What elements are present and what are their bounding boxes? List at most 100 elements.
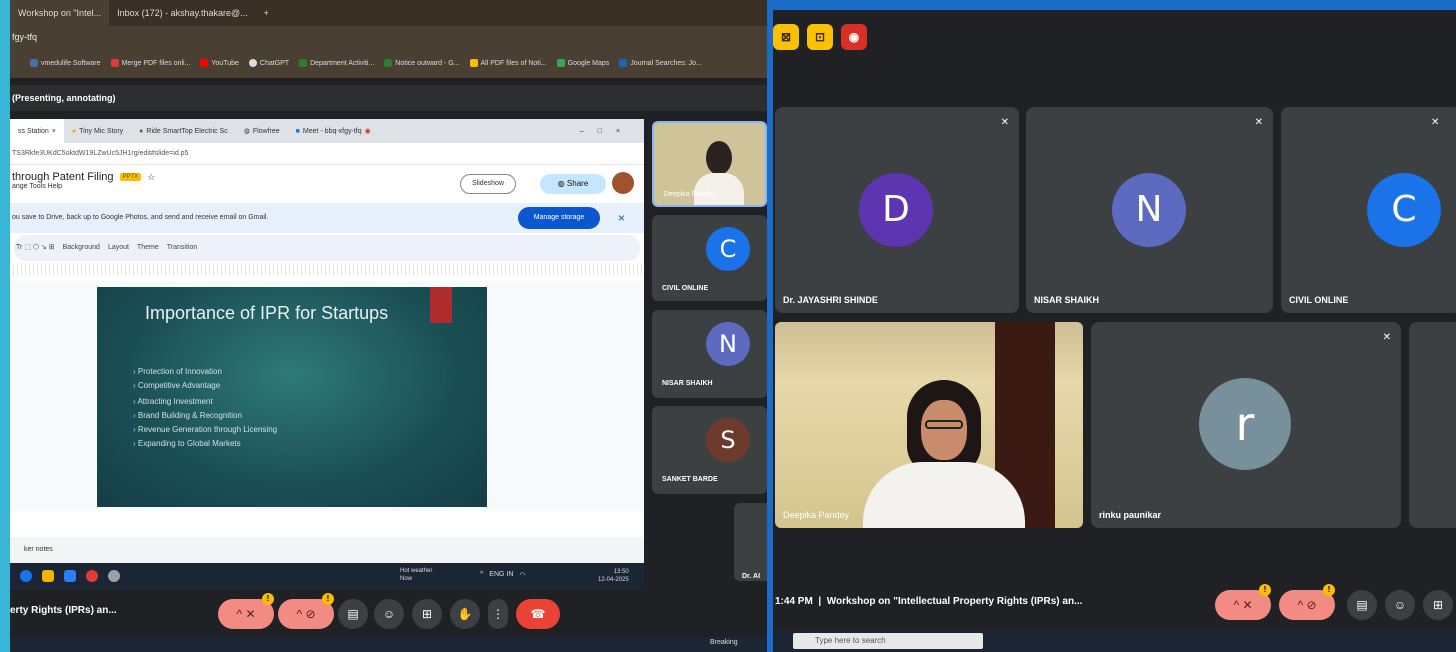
manage-storage-button[interactable]: Manage storage: [518, 207, 600, 229]
bookmark[interactable]: Journal Searches: Jo...: [619, 59, 702, 67]
dot-icon: ●: [71, 127, 77, 135]
slideshow-button[interactable]: Slideshow: [460, 174, 516, 194]
bookmark[interactable]: Department Activiti...: [299, 59, 374, 67]
browser-tab[interactable]: Inbox (172) - akshay.thakare@...: [109, 8, 256, 18]
mic-toggle-button[interactable]: ^ ✕!: [218, 593, 274, 629]
participant-tile[interactable]: ✕ C CIVIL ONLINE: [1281, 107, 1456, 313]
person-body: [694, 173, 744, 205]
slide-bullet: Competitive Advantage: [133, 381, 277, 390]
mic-off-icon: ✕: [1242, 598, 1253, 612]
mic-toggle-button[interactable]: ^ ✕!: [1215, 584, 1271, 620]
avatar[interactable]: [612, 172, 634, 194]
emoji-button[interactable]: ☺: [1385, 590, 1415, 620]
slide[interactable]: Importance of IPR for Startups Protectio…: [97, 287, 487, 507]
shared-tab[interactable]: ● Tiny Mic Story: [64, 128, 131, 135]
shared-tab[interactable]: ● Ride SmartTop Electric Sc: [131, 128, 236, 135]
chevron-up-icon: ^: [480, 571, 484, 578]
participant-tile[interactable]: ✕ N NISAR SHAIKH: [1026, 107, 1273, 313]
end-call-button[interactable]: ☎: [516, 599, 560, 629]
toolbar-theme[interactable]: Theme: [137, 235, 159, 261]
participant-tile[interactable]: S SANKET BARDE: [652, 406, 767, 494]
dot-icon: ●: [139, 127, 144, 135]
weather-widget[interactable]: Hot weather Now: [400, 567, 432, 583]
camera-toggle-button[interactable]: ^ ⊘!: [278, 593, 334, 629]
pin-icon[interactable]: ⊠: [773, 24, 799, 50]
slide-canvas: Importance of IPR for Startups Protectio…: [10, 281, 644, 511]
mic-off-icon: ✕: [1382, 332, 1391, 343]
tool-icons[interactable]: Tr ⬚ ⬡ ↘ ⊞: [16, 235, 55, 261]
address-bar[interactable]: fgy-tfq: [10, 26, 767, 48]
chrome-icon[interactable]: [86, 570, 98, 582]
present-button[interactable]: ⊞: [412, 599, 442, 629]
warning-badge: !: [322, 593, 334, 605]
present-button[interactable]: ⊞: [1423, 590, 1453, 620]
shared-tab[interactable]: ■ Meet - bbq-xfgy-tfq ◉: [288, 127, 379, 136]
toolbar-transition[interactable]: Transition: [167, 235, 197, 261]
ruler: [10, 263, 644, 275]
participant-tile[interactable]: ✕ D Dr. JAYASHRI SHINDE: [775, 107, 1019, 313]
bookmark[interactable]: Google Maps: [556, 59, 609, 67]
captions-button[interactable]: ▤: [1347, 590, 1377, 620]
participant-tile-video[interactable]: Deepika Pandey: [652, 121, 767, 207]
slide-accent: [430, 287, 452, 323]
taskbar-search-input[interactable]: Type here to search: [793, 633, 983, 649]
taskbar-clock[interactable]: 13:50 12-04-2025: [598, 568, 629, 584]
star-icon[interactable]: ☆: [147, 172, 155, 183]
system-tray[interactable]: ^ ENG IN ◠: [480, 571, 526, 579]
speaker-notes[interactable]: ker notes: [10, 537, 644, 563]
glasses: [925, 420, 963, 429]
more-vert-icon: ⋮: [492, 607, 504, 621]
news-widget[interactable]: Breaking: [710, 639, 738, 646]
more-options-button[interactable]: ⋮: [488, 599, 508, 629]
shared-tab[interactable]: ss Station ×: [10, 119, 64, 143]
hangup-all-icon[interactable]: ⊡: [807, 24, 833, 50]
slide-bullet: Attracting Investment: [133, 397, 277, 406]
bookmark[interactable]: Notice outward - G...: [384, 59, 460, 67]
shared-address-bar[interactable]: TS3Rkfe3UKdC5oktdW19LZwUc5JH1rg/edit#sli…: [10, 143, 644, 165]
participant-tile[interactable]: C CIVIL ONLINE: [652, 215, 767, 301]
meet-icon: ■: [295, 127, 300, 135]
slide-bullet: Protection of Innovation: [133, 367, 277, 376]
folder-icon[interactable]: [42, 570, 54, 582]
new-tab-button[interactable]: +: [256, 8, 277, 18]
person-face: [921, 400, 967, 460]
warning-badge: !: [1323, 584, 1335, 596]
emoji-icon: ☺: [1393, 598, 1407, 612]
bookmark[interactable]: Merge PDF files onli...: [110, 59, 190, 67]
toolbar-background[interactable]: Background: [63, 235, 100, 261]
present-icon: ⊞: [421, 607, 433, 621]
recording-icon: ◉: [364, 128, 371, 135]
captions-button[interactable]: ▤: [338, 599, 368, 629]
pptx-badge: PPTX: [119, 173, 142, 181]
participant-tile-partial[interactable]: [1409, 322, 1456, 528]
raise-hand-button[interactable]: ✋: [450, 599, 480, 629]
camera-toggle-button[interactable]: ^ ⊘!: [1279, 584, 1335, 620]
bookmark[interactable]: ChatGPT: [248, 59, 289, 67]
browser-tab[interactable]: Workshop on "Intel...: [10, 0, 110, 26]
bookmark[interactable]: vmedulife Software: [30, 59, 101, 67]
participant-tile[interactable]: ✕ r rinku paunikar: [1091, 322, 1401, 528]
app-icon[interactable]: [64, 570, 76, 582]
meet-control-bar: 1:44 PM | Workshop on "Intellectual Prop…: [773, 582, 1456, 622]
meeting-info: 1:44 PM | Workshop on "Intellectual Prop…: [775, 596, 1083, 607]
window-controls[interactable]: –□×: [580, 128, 644, 135]
mic-off-icon: ✕: [245, 607, 256, 621]
shared-browser-window: ss Station × ● Tiny Mic Story ● Ride Smart…: [10, 119, 644, 574]
participant-tile-partial[interactable]: Dr. AI: [734, 503, 767, 581]
mic-off-icon: ✕: [1000, 117, 1009, 128]
shared-tab[interactable]: ◍ Flowfree: [236, 127, 288, 136]
doc-title[interactable]: through Patent Filing: [12, 171, 114, 183]
bookmark[interactable]: YouTube: [200, 59, 239, 67]
bookmark[interactable]: All PDF files of Noti...: [469, 59, 547, 67]
close-icon[interactable]: ×: [618, 203, 625, 233]
storage-banner: ou save to Drive, back up to Google Phot…: [10, 203, 644, 233]
toolbar-layout[interactable]: Layout: [108, 235, 129, 261]
participant-sidebar: Deepika Pandey C CIVIL ONLINE N NISAR SH…: [652, 111, 767, 591]
participant-tile-video[interactable]: Deepika Pandey: [775, 322, 1083, 528]
chrome-icon[interactable]: [20, 570, 32, 582]
emoji-button[interactable]: ☺: [374, 599, 404, 629]
share-button[interactable]: ◍ Share: [540, 174, 606, 194]
recording-icon[interactable]: ◉: [841, 24, 867, 50]
participant-tile[interactable]: N NISAR SHAIKH: [652, 310, 767, 398]
gear-icon[interactable]: [108, 570, 120, 582]
